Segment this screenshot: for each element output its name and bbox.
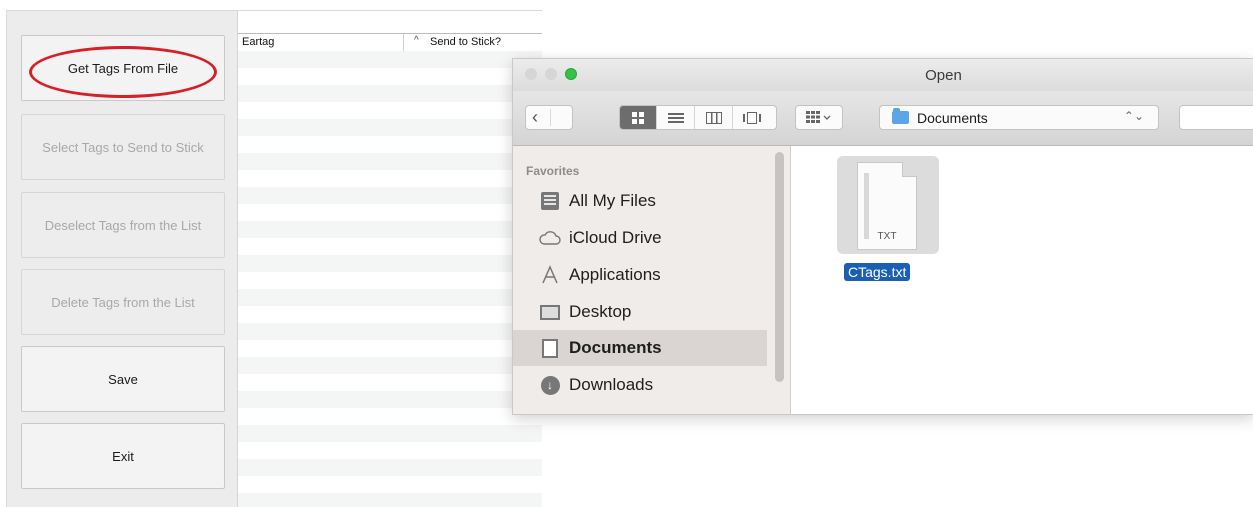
list-row: [238, 459, 542, 476]
list-row: [238, 289, 542, 306]
list-row: [238, 272, 542, 289]
documents-icon: [539, 337, 561, 359]
list-row: [238, 153, 542, 170]
list-row: [238, 391, 542, 408]
text-file-icon: TXT: [857, 162, 917, 250]
file-extension-label: TXT: [877, 231, 897, 242]
location-popup-button[interactable]: Documents ⌃⌄: [879, 105, 1159, 130]
sidebar-heading: Favorites: [526, 164, 580, 178]
column-view-icon[interactable]: [696, 106, 733, 129]
file-name-label[interactable]: CTags.txt: [844, 263, 911, 281]
column-divider: [403, 34, 404, 51]
list-row: [238, 68, 542, 85]
list-view-icon[interactable]: [658, 106, 695, 129]
list-row: [238, 323, 542, 340]
sidebar-item-label: Documents: [569, 338, 662, 357]
list-row: [238, 85, 542, 102]
view-mode-control[interactable]: [619, 105, 777, 130]
list-row: [238, 238, 542, 255]
sidebar-item-all-my-files[interactable]: All My Files: [513, 183, 767, 219]
sidebar-scrollbar[interactable]: [775, 152, 784, 382]
file-browser-pane: TXT CTags.txt: [791, 146, 1253, 414]
list-row: [238, 187, 542, 204]
open-file-dialog: Open ‹ Documents ⌃⌄ Favorites All My Fil…: [512, 58, 1253, 415]
favorites-sidebar: Favorites All My Files iCloud Drive Appl…: [513, 146, 791, 414]
dialog-titlebar: Open: [513, 59, 1253, 91]
icon-view-icon[interactable]: [620, 106, 657, 129]
sidebar-item-desktop[interactable]: Desktop: [513, 294, 767, 330]
list-row: [238, 136, 542, 153]
select-tags-button[interactable]: Select Tags to Send to Stick: [21, 114, 225, 180]
list-row: [238, 221, 542, 238]
back-forward-buttons[interactable]: ‹: [525, 105, 573, 130]
list-row: [238, 170, 542, 187]
list-row: [238, 357, 542, 374]
cloud-icon: [539, 227, 561, 249]
list-row: [238, 374, 542, 391]
column-header-send-to-stick[interactable]: Send to Stick?: [430, 36, 501, 48]
column-header-eartag[interactable]: Eartag: [242, 36, 274, 48]
tag-list-rows: [238, 51, 542, 507]
sidebar-item-label: Desktop: [569, 302, 632, 321]
list-row: [238, 204, 542, 221]
tag-manager-window: Get Tags From File Select Tags to Send t…: [6, 10, 542, 507]
list-row: [238, 425, 542, 442]
dialog-toolbar: ‹ Documents ⌃⌄: [513, 91, 1253, 146]
list-row: [238, 255, 542, 272]
get-tags-from-file-button[interactable]: Get Tags From File: [21, 35, 225, 101]
sidebar-item-label: iCloud Drive: [569, 228, 662, 247]
list-row: [238, 340, 542, 357]
list-row: [238, 51, 542, 68]
applications-icon: [539, 264, 561, 286]
up-down-arrows-icon: ⌃⌄: [1123, 109, 1144, 123]
sidebar-item-applications[interactable]: Applications: [513, 257, 767, 293]
sidebar-item-icloud-drive[interactable]: iCloud Drive: [513, 220, 767, 256]
file-item-ctags[interactable]: TXT: [837, 156, 939, 254]
search-field[interactable]: [1179, 105, 1253, 130]
list-row: [238, 306, 542, 323]
all-files-icon: [539, 190, 561, 212]
sidebar-item-downloads[interactable]: ↓ Downloads: [513, 367, 767, 403]
chevron-left-icon[interactable]: ‹: [532, 107, 538, 128]
action-button-panel: Get Tags From File Select Tags to Send t…: [7, 11, 238, 507]
list-row: [238, 493, 542, 507]
sort-arrow-icon: ^: [414, 35, 419, 46]
desktop-icon: [539, 301, 561, 323]
deselect-tags-button[interactable]: Deselect Tags from the List: [21, 192, 225, 258]
list-row: [238, 408, 542, 425]
sidebar-item-label: All My Files: [569, 191, 656, 210]
current-location-label: Documents: [917, 109, 988, 126]
folder-icon: [892, 108, 909, 124]
sidebar-item-label: Downloads: [569, 375, 654, 394]
list-row: [238, 102, 542, 119]
segment-divider: [550, 109, 551, 126]
list-row: [238, 119, 542, 136]
arrange-icon: [806, 110, 832, 126]
list-row: [238, 442, 542, 459]
tag-list[interactable]: Eartag ^ Send to Stick?: [238, 11, 542, 507]
exit-button[interactable]: Exit: [21, 423, 225, 489]
tag-list-header: Eartag ^ Send to Stick?: [238, 33, 542, 52]
downloads-icon: ↓: [539, 374, 561, 396]
sidebar-item-label: Applications: [569, 265, 661, 284]
coverflow-view-icon[interactable]: [734, 106, 770, 129]
dialog-title: Open: [925, 67, 962, 84]
sidebar-item-documents[interactable]: Documents: [513, 330, 767, 366]
arrange-menu-button[interactable]: [795, 105, 843, 130]
save-button[interactable]: Save: [21, 346, 225, 412]
delete-tags-button[interactable]: Delete Tags from the List: [21, 269, 225, 335]
list-row: [238, 476, 542, 493]
